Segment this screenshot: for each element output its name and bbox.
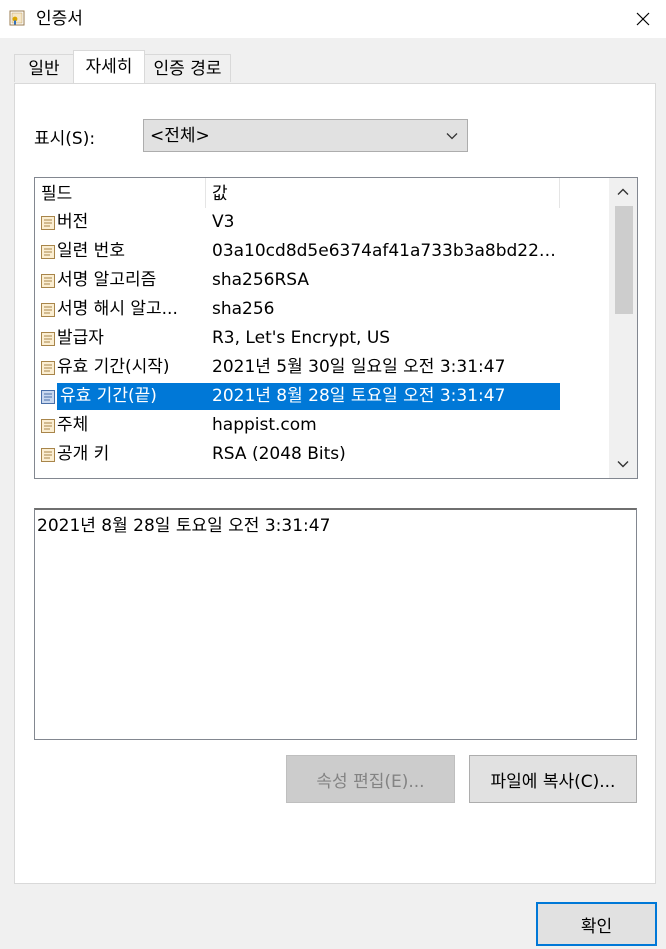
column-header-value[interactable]: 값 [206, 178, 560, 208]
field-name: 유효 기간(시작) [57, 357, 170, 377]
list-item[interactable]: 버전 V3 [35, 208, 609, 237]
chevron-down-icon [617, 461, 629, 468]
window-title: 인증서 [36, 9, 83, 29]
field-icon [41, 419, 55, 433]
field-name: 서명 해시 알고... [57, 299, 178, 319]
field-value: 2021년 8월 28일 토요일 오전 3:31:47 [212, 386, 506, 406]
field-icon [41, 390, 55, 404]
field-icon [41, 448, 55, 462]
tab-details[interactable]: 자세히 [73, 50, 145, 83]
field-value: V3 [212, 212, 235, 232]
list-item[interactable]: 일련 번호 03a10cd8d5e6374af41a733b3a8bd2285.… [35, 237, 609, 266]
list-item-selected[interactable]: 유효 기간(끝) 2021년 8월 28일 토요일 오전 3:31:47 [35, 382, 609, 411]
field-name: 유효 기간(끝) [60, 386, 157, 406]
field-icon [41, 361, 55, 375]
tab-label: 자세히 [85, 57, 133, 77]
field-icon [41, 274, 55, 288]
value-detail-box[interactable]: 2021년 8월 28일 토요일 오전 3:31:47 [34, 508, 637, 740]
field-value: R3, Let's Encrypt, US [212, 328, 391, 348]
column-header-field[interactable]: 필드 [35, 178, 206, 208]
chevron-up-icon [617, 188, 629, 195]
vertical-scrollbar[interactable] [609, 178, 637, 478]
field-name: 서명 알고리즘 [57, 270, 157, 290]
copy-to-file-button[interactable]: 파일에 복사(C)... [469, 755, 637, 803]
field-value: 2021년 5월 30일 일요일 오전 3:31:47 [212, 357, 506, 377]
chevron-down-icon [446, 133, 458, 140]
show-label: 표시(S): [34, 129, 96, 149]
field-value: happist.com [212, 415, 317, 435]
list-item[interactable]: 주체 happist.com [35, 411, 609, 440]
field-list[interactable]: 필드 값 버전 V3 일련 번호 03a10cd8d5e6374af41a733… [34, 177, 638, 479]
field-name: 공개 키 [57, 444, 110, 464]
scroll-thumb[interactable] [615, 206, 633, 314]
field-value: RSA (2048 Bits) [212, 444, 346, 464]
field-value: 03a10cd8d5e6374af41a733b3a8bd2285... [212, 241, 557, 261]
list-item[interactable]: 발급자 R3, Let's Encrypt, US [35, 324, 609, 353]
scroll-down-button[interactable] [609, 450, 637, 478]
scroll-up-button[interactable] [609, 178, 637, 206]
field-icon [41, 245, 55, 259]
list-item[interactable]: 서명 해시 알고... sha256 [35, 295, 609, 324]
tab-label: 일반 [28, 59, 60, 79]
field-name: 발급자 [57, 328, 104, 348]
list-item[interactable]: 공개 키 RSA (2048 Bits) [35, 440, 609, 469]
tab-certification-path[interactable]: 인증 경로 [144, 54, 231, 82]
list-header: 필드 값 [35, 178, 609, 208]
list-rows: 버전 V3 일련 번호 03a10cd8d5e6374af41a733b3a8b… [35, 208, 609, 469]
certificate-icon [9, 10, 25, 26]
ok-button[interactable]: 확인 [536, 902, 657, 946]
tab-strip: 일반 자세히 인증 경로 [0, 38, 666, 84]
field-value: sha256 [212, 299, 275, 319]
title-bar: 인증서 [0, 0, 666, 38]
field-name: 일련 번호 [57, 241, 125, 261]
field-icon [41, 332, 55, 346]
field-value: sha256RSA [212, 270, 310, 290]
field-icon [41, 303, 55, 317]
list-item[interactable]: 서명 알고리즘 sha256RSA [35, 266, 609, 295]
show-dropdown[interactable]: <전체> [143, 119, 468, 152]
close-icon [636, 12, 650, 26]
field-name: 버전 [57, 212, 89, 232]
show-dropdown-value: <전체> [150, 126, 210, 146]
field-name: 주체 [57, 415, 89, 435]
tab-label: 인증 경로 [153, 59, 222, 79]
tab-general[interactable]: 일반 [14, 54, 74, 82]
field-icon [41, 216, 55, 230]
edit-properties-button[interactable]: 속성 편집(E)... [286, 755, 455, 803]
list-item[interactable]: 유효 기간(시작) 2021년 5월 30일 일요일 오전 3:31:47 [35, 353, 609, 382]
value-detail-text: 2021년 8월 28일 토요일 오전 3:31:47 [37, 516, 331, 536]
close-button[interactable] [620, 0, 666, 38]
